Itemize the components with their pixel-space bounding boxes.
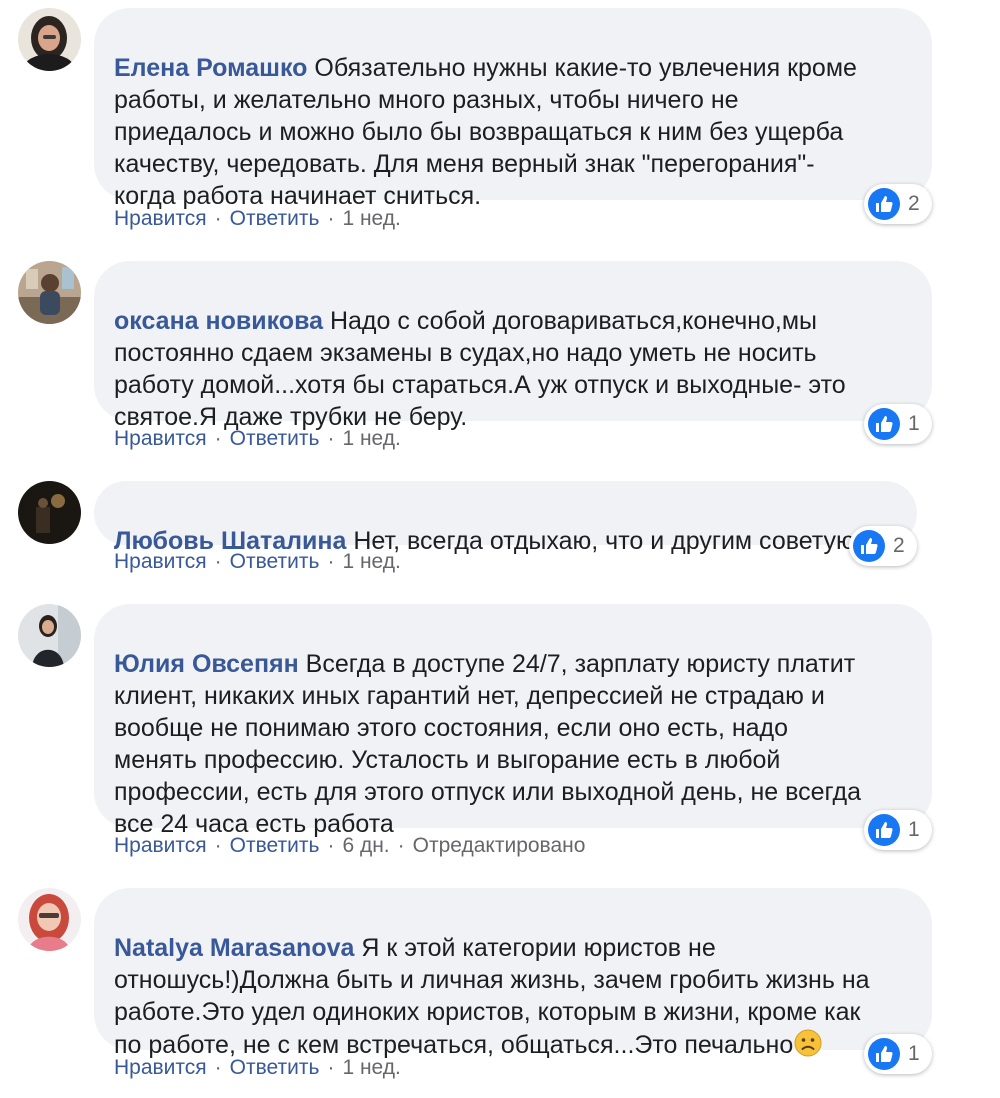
like-link[interactable]: Нравится: [114, 1056, 207, 1079]
reactions-badge[interactable]: 2: [864, 184, 932, 224]
avatar[interactable]: [18, 261, 81, 324]
avatar[interactable]: [18, 481, 81, 544]
like-icon: [868, 188, 900, 220]
reaction-count: 2: [893, 534, 905, 557]
reply-link[interactable]: Ответить: [230, 1056, 320, 1079]
comment-actions: Нравится · Ответить · 1 нед.: [114, 1055, 401, 1081]
comment-author[interactable]: оксана новикова: [114, 307, 323, 335]
comment-time[interactable]: 1 нед.: [342, 207, 400, 230]
reaction-count: 1: [908, 1042, 920, 1065]
like-link[interactable]: Нравится: [114, 427, 207, 450]
reactions-badge[interactable]: 1: [864, 1034, 932, 1074]
avatar[interactable]: [18, 604, 81, 667]
separator-dot: ·: [327, 427, 335, 450]
comment-actions: Нравится · Ответить · 6 дн. · Отредактировано: [114, 833, 585, 859]
like-link[interactable]: Нравится: [114, 207, 207, 230]
like-icon: [868, 1038, 900, 1070]
like-link[interactable]: Нравится: [114, 550, 207, 573]
separator-dot: ·: [214, 550, 222, 573]
like-icon: [868, 814, 900, 846]
separator-dot: ·: [214, 1056, 222, 1079]
reactions-badge[interactable]: 1: [864, 404, 932, 444]
edited-label: Отредактировано: [412, 834, 586, 857]
comment-bubble: Natalya Marasanova Я к этой категории юр…: [94, 888, 932, 1059]
separator-dot: ·: [327, 1056, 335, 1079]
comment-bubble: Елена Ромашко Обязательно нужны какие-то…: [94, 8, 932, 210]
comment-bubble: Юлия Овсепян Всегда в доступе 24/7, зарп…: [94, 604, 932, 838]
reaction-count: 2: [908, 192, 920, 215]
separator-dot: ·: [214, 207, 222, 230]
comment-time[interactable]: 1 нед.: [342, 1056, 400, 1079]
comment-author[interactable]: Елена Ромашко: [114, 54, 307, 82]
reaction-count: 1: [908, 818, 920, 841]
separator-dot: ·: [214, 834, 222, 857]
comment-time[interactable]: 6 дн.: [342, 834, 389, 857]
reaction-count: 1: [908, 412, 920, 435]
reply-link[interactable]: Ответить: [230, 427, 320, 450]
avatar[interactable]: [18, 888, 81, 951]
sad-face-emoji-icon: [793, 1028, 823, 1058]
separator-dot: ·: [327, 834, 335, 857]
like-icon: [853, 530, 885, 562]
avatar[interactable]: [18, 8, 81, 71]
separator-dot: ·: [327, 550, 335, 573]
reactions-badge[interactable]: 2: [849, 526, 917, 566]
comment-time[interactable]: 1 нед.: [342, 550, 400, 573]
comment-actions: Нравится · Ответить · 1 нед.: [114, 426, 401, 452]
comment-text: Всегда в доступе 24/7, зарплату юристу п…: [114, 650, 862, 838]
like-icon: [868, 408, 900, 440]
comment-bubble: Любовь Шаталина Нет, всегда отдыхаю, что…: [94, 481, 917, 555]
reactions-badge[interactable]: 1: [864, 810, 932, 850]
comment-actions: Нравится · Ответить · 1 нед.: [114, 206, 401, 232]
like-link[interactable]: Нравится: [114, 834, 207, 857]
separator-dot: ·: [327, 207, 335, 230]
reply-link[interactable]: Ответить: [230, 207, 320, 230]
reply-link[interactable]: Ответить: [230, 550, 320, 573]
comment-actions: Нравится · Ответить · 1 нед.: [114, 549, 401, 575]
comment-author[interactable]: Юлия Овсепян: [114, 650, 299, 678]
reply-link[interactable]: Ответить: [230, 834, 320, 857]
comment-time[interactable]: 1 нед.: [342, 427, 400, 450]
separator-dot: ·: [214, 427, 222, 450]
separator-dot: ·: [397, 834, 405, 857]
comment-author[interactable]: Natalya Marasanova: [114, 934, 354, 962]
comment-text: Нет, всегда отдыхаю, что и другим совету…: [346, 527, 862, 555]
comment-bubble: оксана новикова Надо с собой договариват…: [94, 261, 932, 431]
